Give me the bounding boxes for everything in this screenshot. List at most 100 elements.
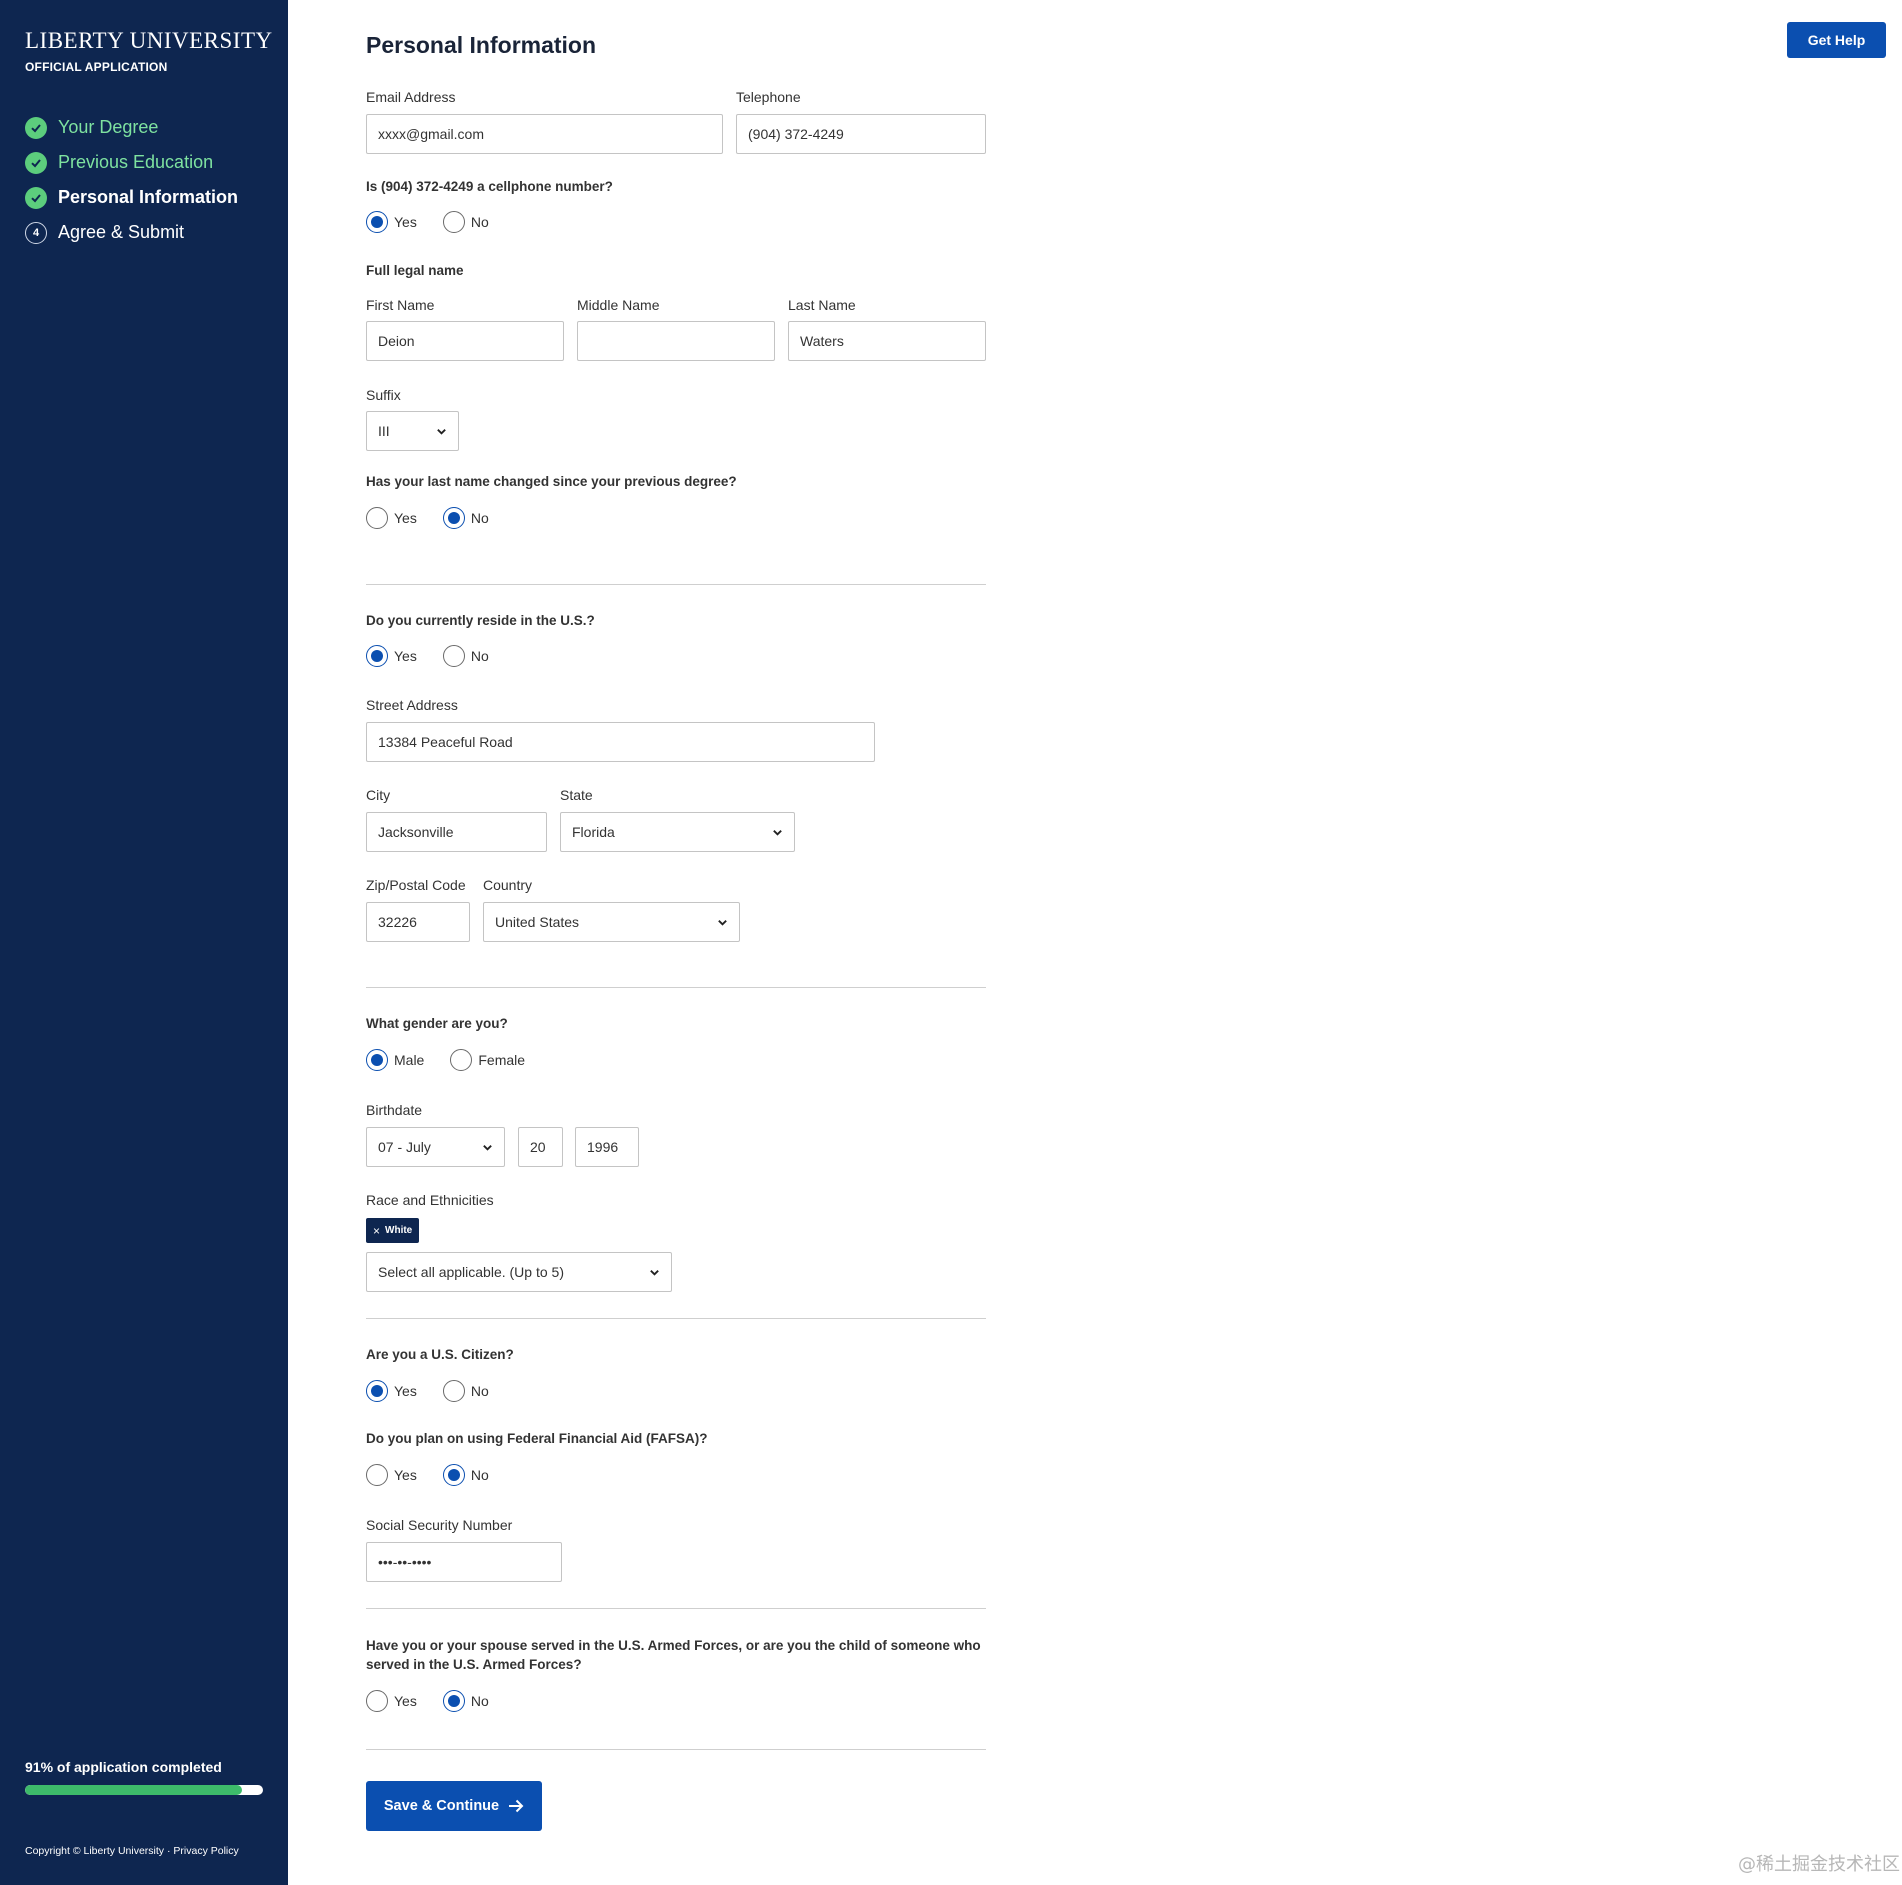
step-personal-information[interactable]: Personal Information [25, 180, 238, 215]
race-label: Race and Ethnicities [366, 1192, 494, 1208]
progress-bar [25, 1785, 263, 1795]
section-divider [366, 1749, 986, 1750]
radio-selected-icon [442, 1690, 465, 1712]
birth-month-value: 07 - July [378, 1139, 431, 1155]
first-name-field[interactable]: Deion [366, 321, 564, 361]
radio-selected-icon [366, 645, 388, 667]
cellphone-radio-group: Yes No [366, 211, 515, 233]
step-label: Agree & Submit [58, 222, 185, 242]
race-tag-white[interactable]: × White [366, 1218, 420, 1243]
reside-us-question: Do you currently reside in the U.S.? [366, 613, 595, 628]
citizen-yes-radio[interactable]: Yes [366, 1380, 417, 1402]
citizen-no-radio[interactable]: No [442, 1380, 489, 1402]
military-yes-radio[interactable]: Yes [366, 1690, 417, 1712]
footer: Copyright © Liberty University · Privacy… [25, 1845, 239, 1857]
race-tag-label: White [385, 1225, 413, 1236]
birth-month-select[interactable]: 07 - July [366, 1127, 505, 1167]
watermark: @稀土掘金技术社区 [1738, 1854, 1900, 1875]
privacy-policy-link[interactable]: Privacy Policy [173, 1845, 238, 1857]
fafsa-no-radio[interactable]: No [442, 1464, 489, 1486]
section-divider [366, 1608, 986, 1609]
brand-logo: LIBERTY UNIVERSITY [25, 28, 273, 53]
radio-selected-icon [442, 507, 465, 529]
check-circle-icon [25, 151, 47, 174]
radio-empty-icon [442, 645, 465, 667]
section-divider [366, 987, 986, 988]
get-help-button[interactable]: Get Help [1787, 22, 1886, 58]
reside-us-radio-group: Yes No [366, 645, 515, 667]
reside-us-no-radio[interactable]: No [442, 645, 489, 667]
radio-label: No [470, 648, 489, 664]
save-continue-button[interactable]: Save & Continue [366, 1781, 542, 1831]
legal-name-heading: Full legal name [366, 263, 464, 278]
gender-male-radio[interactable]: Male [366, 1049, 424, 1071]
telephone-label: Telephone [736, 89, 801, 105]
sidebar: LIBERTY UNIVERSITY OFFICIAL APPLICATION … [0, 0, 288, 1885]
telephone-field[interactable]: (904) 372-4249 [736, 114, 986, 154]
cellphone-no-radio[interactable]: No [442, 211, 489, 233]
radio-label: No [470, 1693, 489, 1709]
arrow-right-icon [509, 1799, 524, 1813]
radio-selected-icon [366, 211, 388, 233]
radio-empty-icon [442, 211, 465, 233]
ssn-field[interactable]: •••-••-•••• [366, 1542, 562, 1582]
birth-year-field[interactable]: 1996 [575, 1127, 639, 1167]
radio-empty-icon [366, 1464, 388, 1486]
step-agree-submit[interactable]: 4 Agree & Submit [25, 215, 238, 250]
last-name-field[interactable]: Waters [788, 321, 986, 361]
name-changed-no-radio[interactable]: No [442, 507, 489, 529]
zip-field[interactable]: 32226 [366, 902, 470, 942]
street-label: Street Address [366, 697, 458, 713]
city-field[interactable]: Jacksonville [366, 812, 547, 852]
radio-label: No [470, 1467, 489, 1483]
step-number-icon: 4 [25, 221, 47, 244]
step-label: Personal Information [58, 187, 239, 207]
radio-label: Yes [394, 1383, 417, 1399]
section-divider [366, 1318, 986, 1319]
suffix-select[interactable]: III [366, 411, 459, 451]
name-changed-question: Has your last name changed since your pr… [366, 474, 737, 489]
fafsa-yes-radio[interactable]: Yes [366, 1464, 417, 1486]
step-list: Your Degree Previous Education Personal … [25, 110, 238, 250]
race-select[interactable]: Select all applicable. (Up to 5) [366, 1252, 672, 1292]
cellphone-yes-radio[interactable]: Yes [366, 211, 417, 233]
street-address-field[interactable]: 13384 Peaceful Road [366, 722, 875, 762]
country-select[interactable]: United States [483, 902, 740, 942]
check-circle-icon [25, 186, 47, 209]
step-label: Previous Education [58, 152, 214, 172]
check-circle-icon [25, 116, 47, 139]
radio-label: Male [394, 1052, 425, 1068]
fafsa-question: Do you plan on using Federal Financial A… [366, 1431, 708, 1446]
chevron-down-icon [650, 1269, 659, 1276]
step-your-degree[interactable]: Your Degree [25, 110, 238, 145]
close-icon[interactable]: × [373, 1224, 380, 1238]
military-no-radio[interactable]: No [442, 1690, 489, 1712]
chevron-down-icon [437, 428, 446, 435]
state-select[interactable]: Florida [560, 812, 795, 852]
radio-empty-icon [442, 1380, 465, 1402]
suffix-value: III [378, 423, 390, 439]
step-previous-education[interactable]: Previous Education [25, 145, 238, 180]
zip-label: Zip/Postal Code [366, 877, 466, 893]
citizen-question: Are you a U.S. Citizen? [366, 1347, 514, 1362]
middle-name-field[interactable] [577, 321, 775, 361]
radio-label: Yes [394, 510, 417, 526]
military-radio-group: Yes No [366, 1690, 515, 1712]
radio-label: Yes [394, 648, 417, 664]
radio-selected-icon [366, 1380, 388, 1402]
radio-label: No [470, 510, 489, 526]
email-field[interactable]: xxxx@gmail.com [366, 114, 723, 154]
citizen-radio-group: Yes No [366, 1380, 515, 1402]
radio-selected-icon [442, 1464, 465, 1486]
page-title: Personal Information [366, 32, 597, 58]
chevron-down-icon [773, 829, 782, 836]
radio-selected-icon [366, 1049, 388, 1071]
radio-label: Yes [394, 1467, 417, 1483]
gender-female-radio[interactable]: Female [450, 1049, 525, 1071]
name-changed-yes-radio[interactable]: Yes [366, 507, 417, 529]
radio-label: Female [478, 1052, 526, 1068]
radio-label: No [470, 214, 489, 230]
reside-us-yes-radio[interactable]: Yes [366, 645, 417, 667]
birth-day-field[interactable]: 20 [518, 1127, 563, 1167]
middle-name-label: Middle Name [577, 297, 660, 313]
